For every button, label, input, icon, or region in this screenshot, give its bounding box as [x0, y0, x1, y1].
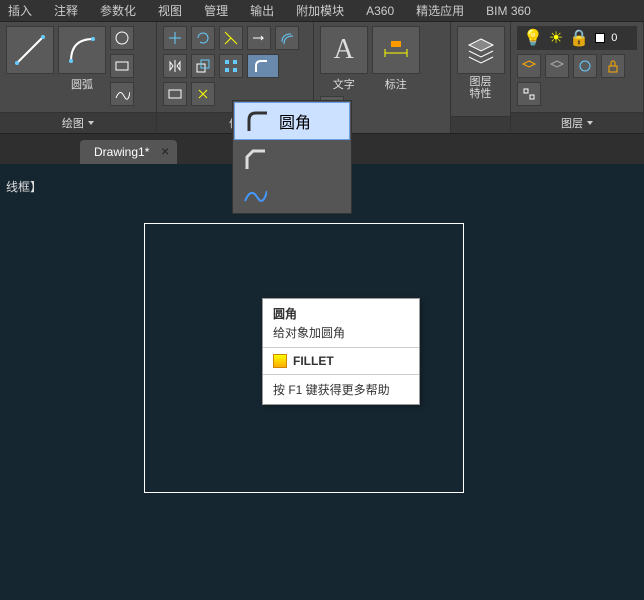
line-button[interactable] [6, 26, 54, 74]
text-label: 文字 [333, 76, 355, 92]
visual-style-label: 线框】 [6, 178, 42, 195]
flyout-blend[interactable] [233, 177, 351, 213]
drawing-canvas[interactable]: 线框】 圆角 给对象加圆角 FILLET 按 F1 键获得更多帮助 [0, 164, 644, 600]
sun-icon: ☀ [549, 28, 563, 48]
lightbulb-icon: 💡 [523, 28, 543, 48]
tab-label: Drawing1* [94, 145, 149, 159]
dimension-label: 标注 [385, 76, 407, 92]
menu-annotate[interactable]: 注释 [54, 2, 78, 19]
circle-button[interactable] [110, 26, 134, 50]
panel-layer-tools: 💡 ☀ 🔒 0 图层 [511, 22, 644, 133]
explode-icon [195, 86, 211, 102]
layer-freeze-button[interactable] [573, 54, 597, 78]
extend-icon [251, 30, 267, 46]
spline-icon [114, 86, 130, 102]
menu-view[interactable]: 视图 [158, 2, 182, 19]
lock-icon: 🔒 [569, 28, 589, 48]
fillet-icon [243, 107, 271, 135]
dimension-button[interactable] [372, 26, 420, 74]
menu-parametric[interactable]: 参数化 [100, 2, 136, 19]
arc-label: 圆弧 [71, 76, 93, 92]
menu-featured[interactable]: 精选应用 [416, 2, 464, 19]
tooltip-desc: 给对象加圆角 [263, 324, 419, 347]
flyout-chamfer[interactable] [233, 141, 351, 177]
layer-off-button[interactable] [545, 54, 569, 78]
blend-icon [241, 181, 269, 209]
flyout-fillet[interactable]: 圆角 [234, 102, 350, 140]
rotate-icon [195, 30, 211, 46]
array-button[interactable] [219, 54, 243, 78]
layer-iso-icon [521, 58, 537, 74]
menu-bim360[interactable]: BIM 360 [486, 4, 531, 18]
trim-button[interactable] [219, 26, 243, 50]
flyout-fillet-label: 圆角 [279, 109, 311, 133]
tab-drawing1[interactable]: Drawing1* × [80, 140, 177, 164]
panel-layers: 图层 特性 [451, 22, 511, 133]
scale-icon [195, 58, 211, 74]
layer-selector[interactable]: 💡 ☀ 🔒 0 [517, 26, 637, 50]
move-icon [167, 30, 183, 46]
chevron-down-icon [88, 121, 94, 125]
stretch-icon [167, 86, 183, 102]
array-icon [223, 58, 239, 74]
circle-icon [114, 30, 130, 46]
rotate-button[interactable] [191, 26, 215, 50]
panel-draw-title[interactable]: 绘图 [0, 112, 156, 133]
arc-icon [65, 33, 99, 67]
menu-a360[interactable]: A360 [366, 4, 394, 18]
rect-icon [114, 58, 130, 74]
layer-match-button[interactable] [517, 82, 541, 106]
explode-button[interactable] [191, 82, 215, 106]
fillet-dropdown[interactable] [247, 54, 279, 78]
layer-off-icon [549, 58, 565, 74]
close-icon[interactable]: × [161, 143, 169, 159]
stretch-button[interactable] [163, 82, 187, 106]
panel-layers-title [451, 116, 510, 133]
layer-props-button[interactable] [457, 26, 505, 74]
mirror-icon [167, 58, 183, 74]
panel-layer-tools-title[interactable]: 图层 [511, 112, 643, 133]
panel-draw: 圆弧 绘图 [0, 22, 157, 133]
text-icon: A [334, 34, 354, 66]
tooltip-command: FILLET [263, 348, 419, 374]
tooltip-title: 圆角 [263, 299, 419, 324]
dimension-icon [379, 33, 413, 67]
menu-addins[interactable]: 附加模块 [296, 2, 344, 19]
rect-button[interactable] [110, 54, 134, 78]
scale-button[interactable] [191, 54, 215, 78]
trim-icon [223, 30, 239, 46]
layer-name: 0 [611, 32, 617, 44]
layer-freeze-icon [577, 58, 593, 74]
layer-props-label: 图层 特性 [470, 76, 492, 100]
fillet-icon [253, 58, 273, 74]
command-icon [273, 354, 287, 368]
menu-insert[interactable]: 插入 [8, 2, 32, 19]
match-icon [521, 86, 537, 102]
extend-button[interactable] [247, 26, 271, 50]
move-button[interactable] [163, 26, 187, 50]
menu-output[interactable]: 输出 [250, 2, 274, 19]
color-swatch [595, 33, 605, 43]
layers-icon [464, 33, 498, 67]
menu-bar: 插入 注释 参数化 视图 管理 输出 附加模块 A360 精选应用 BIM 36… [0, 0, 644, 22]
fillet-flyout: 圆角 [232, 100, 352, 214]
lock-icon [605, 58, 621, 74]
layer-lock-button[interactable] [601, 54, 625, 78]
spline-button[interactable] [110, 82, 134, 106]
offset-button[interactable] [275, 26, 299, 50]
tooltip-help: 按 F1 键获得更多帮助 [263, 375, 419, 404]
layer-iso-button[interactable] [517, 54, 541, 78]
text-button[interactable]: A [320, 26, 368, 74]
mirror-button[interactable] [163, 54, 187, 78]
menu-manage[interactable]: 管理 [204, 2, 228, 19]
chevron-down-icon [587, 121, 593, 125]
offset-icon [279, 30, 295, 46]
fillet-tooltip: 圆角 给对象加圆角 FILLET 按 F1 键获得更多帮助 [262, 298, 420, 405]
chamfer-icon [241, 145, 269, 173]
arc-button[interactable] [58, 26, 106, 74]
line-icon [13, 33, 47, 67]
